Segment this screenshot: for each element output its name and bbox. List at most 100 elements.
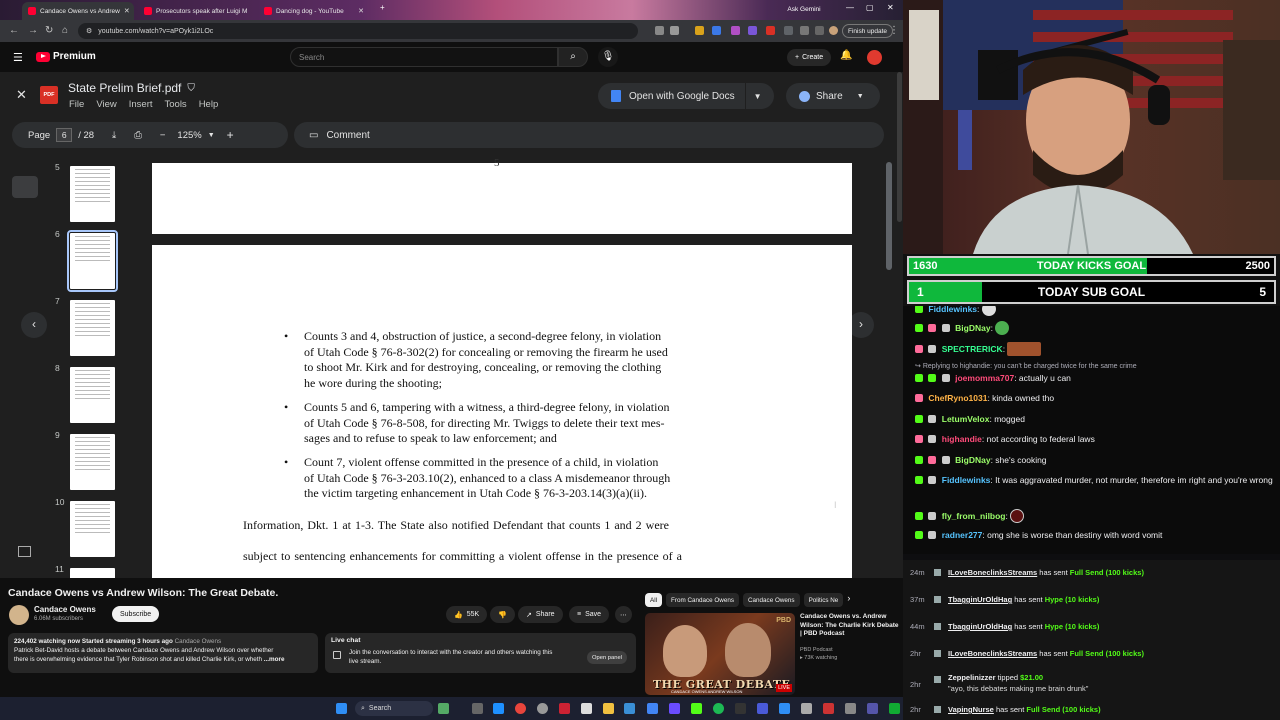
back-icon[interactable]: ← [9,25,19,37]
chat-username[interactable]: SPECTRERICK [942,344,1003,354]
chevron-down-icon[interactable]: ▼ [754,92,762,101]
app-icon[interactable] [624,703,635,714]
like-button[interactable]: 👍 55K [446,606,488,623]
extension-icon[interactable] [766,26,775,35]
close-icon[interactable]: ✕ [16,87,27,103]
image-thumbnails-icon[interactable] [12,176,38,198]
forward-icon[interactable]: → [28,25,38,37]
create-button[interactable]: + Create [787,49,832,66]
subscribe-button[interactable]: Subscribe [112,606,160,622]
chat-username[interactable]: highandie [942,434,982,444]
app-icon[interactable] [647,703,658,714]
chat-username[interactable]: Fiddlewinks [942,475,991,485]
menu-insert[interactable]: Insert [129,99,153,110]
thumbnail-image[interactable] [70,166,115,222]
app-icon[interactable] [889,703,900,714]
chip-from-candace[interactable]: From Candace Owens [666,593,739,607]
thumbnail-image-selected[interactable] [67,230,118,292]
app-icon[interactable] [867,703,878,714]
thumbnail-image[interactable] [70,434,115,490]
save-button[interactable]: ≡ Save [569,606,610,623]
video-description[interactable]: 224,402 watching now Started streaming 3… [8,633,318,673]
hamburger-menu-icon[interactable]: ☰ [13,51,23,64]
show-more-link[interactable]: ...more [264,656,285,663]
chrome-icon[interactable] [515,703,526,714]
search-icon[interactable]: ⌕ [558,47,588,67]
page-scrollbar[interactable] [897,72,902,222]
minimize-icon[interactable]: — [846,3,854,12]
app-icon[interactable] [801,703,812,714]
recommended-video-thumbnail[interactable]: PBD THE GREAT DEBATE CANDACE OWENS ANDRE… [645,613,795,695]
thumbnail-page[interactable]: 8 [44,363,122,423]
chat-username[interactable]: Fiddlewinks [928,306,977,314]
task-view-icon[interactable] [472,703,483,714]
menu-tools[interactable]: Tools [165,99,187,110]
zoom-in-icon[interactable]: + [227,128,234,142]
ask-gemini-button[interactable]: Ask Gemini [779,2,829,16]
menu-view[interactable]: View [96,99,116,110]
spotify-icon[interactable] [713,703,724,714]
start-windows-icon[interactable] [336,703,347,714]
app-icon[interactable] [779,703,790,714]
user-avatar[interactable] [867,50,882,65]
close-tab-icon[interactable]: ✕ [358,7,364,15]
more-actions-icon[interactable]: ⋯ [615,606,632,623]
open-panel-button[interactable]: Open panel [587,651,627,664]
profile-avatar-icon[interactable] [829,26,838,35]
extension-icon[interactable] [712,26,721,35]
chip-candace-owens[interactable]: Candace Owens [743,593,800,607]
site-info-icon[interactable]: ⚙ [86,27,92,35]
app-icon[interactable] [757,703,768,714]
thumbnail-page[interactable]: 10 [44,497,122,557]
previous-page-icon[interactable]: ‹ [21,312,47,338]
tab-prosecutors[interactable]: Prosecutors speak after Luigi M ✕ [138,2,250,20]
reload-icon[interactable]: ↻ [45,25,53,37]
share-video-button[interactable]: ↗ Share [518,606,563,623]
edge-icon[interactable] [493,703,504,714]
youtube-search-input[interactable]: Search [290,47,558,67]
tab-dancing-dog[interactable]: Dancing dog - YouTube ✕ [258,2,370,20]
vertical-scrollbar[interactable] [886,162,892,270]
thumbnail-page[interactable]: 11 [44,564,122,578]
download-icon[interactable]: ⤓ [112,130,116,141]
obs-icon[interactable] [559,703,570,714]
event-user[interactable]: VapingNurse [948,705,994,714]
share-button[interactable]: Share ▼ [786,83,880,109]
zoom-out-icon[interactable]: − [160,130,166,141]
event-user[interactable]: ILoveBoneclinksStreams [948,649,1037,658]
thumbnail-page[interactable]: 6 [44,229,122,292]
thumbnail-page[interactable]: 7 [44,296,122,356]
chat-username[interactable]: BigDNay [955,323,990,333]
channel-name[interactable]: Candace Owens [34,605,96,614]
chrome-profile-icon[interactable] [537,703,548,714]
tab-candace-owens[interactable]: Candace Owens vs Andrew ✕ [22,2,134,20]
close-tab-icon[interactable]: ✕ [124,7,130,15]
chat-username[interactable]: BigDNay [955,455,990,465]
recommended-channel[interactable]: PBD Podcast [800,646,837,654]
chat-username[interactable]: ChefRyno1031 [928,393,987,403]
url-input[interactable]: ⚙ youtube.com/watch?v=aPOyk1i2LOc [78,23,638,39]
kick-icon[interactable] [691,703,702,714]
extension-icon[interactable] [731,26,740,35]
microphone-icon[interactable]: 🎙 [598,47,618,67]
bookmark-star-icon[interactable] [670,26,679,35]
app-icon[interactable] [581,703,592,714]
event-user[interactable]: ILoveBoneclinksStreams [948,568,1037,577]
close-window-icon[interactable]: ✕ [887,3,894,12]
notifications-bell-icon[interactable]: 🔔 [840,50,852,61]
thumbnail-image[interactable] [70,568,115,578]
event-user[interactable]: TbagginUrOldHag [948,622,1012,631]
app-icon[interactable] [845,703,856,714]
home-icon[interactable]: ⌂ [62,25,68,37]
comment-button[interactable]: ▭ Comment [294,122,884,148]
extensions-puzzle-icon[interactable] [800,26,809,35]
print-icon[interactable]: ⎙ [134,130,142,141]
taskbar-search[interactable]: ⌕ Search [355,701,433,716]
thumbnail-image[interactable] [70,367,115,423]
zoom-level[interactable]: 125% [177,130,201,141]
open-with-google-docs-button[interactable]: Open with Google Docs ▼ [598,83,774,109]
event-user[interactable]: TbagginUrOldHag [948,595,1012,604]
finish-update-button[interactable]: Finish update [842,24,894,38]
channel-avatar[interactable] [9,605,29,625]
shared-drive-icon[interactable]: ⛉ [187,83,195,94]
